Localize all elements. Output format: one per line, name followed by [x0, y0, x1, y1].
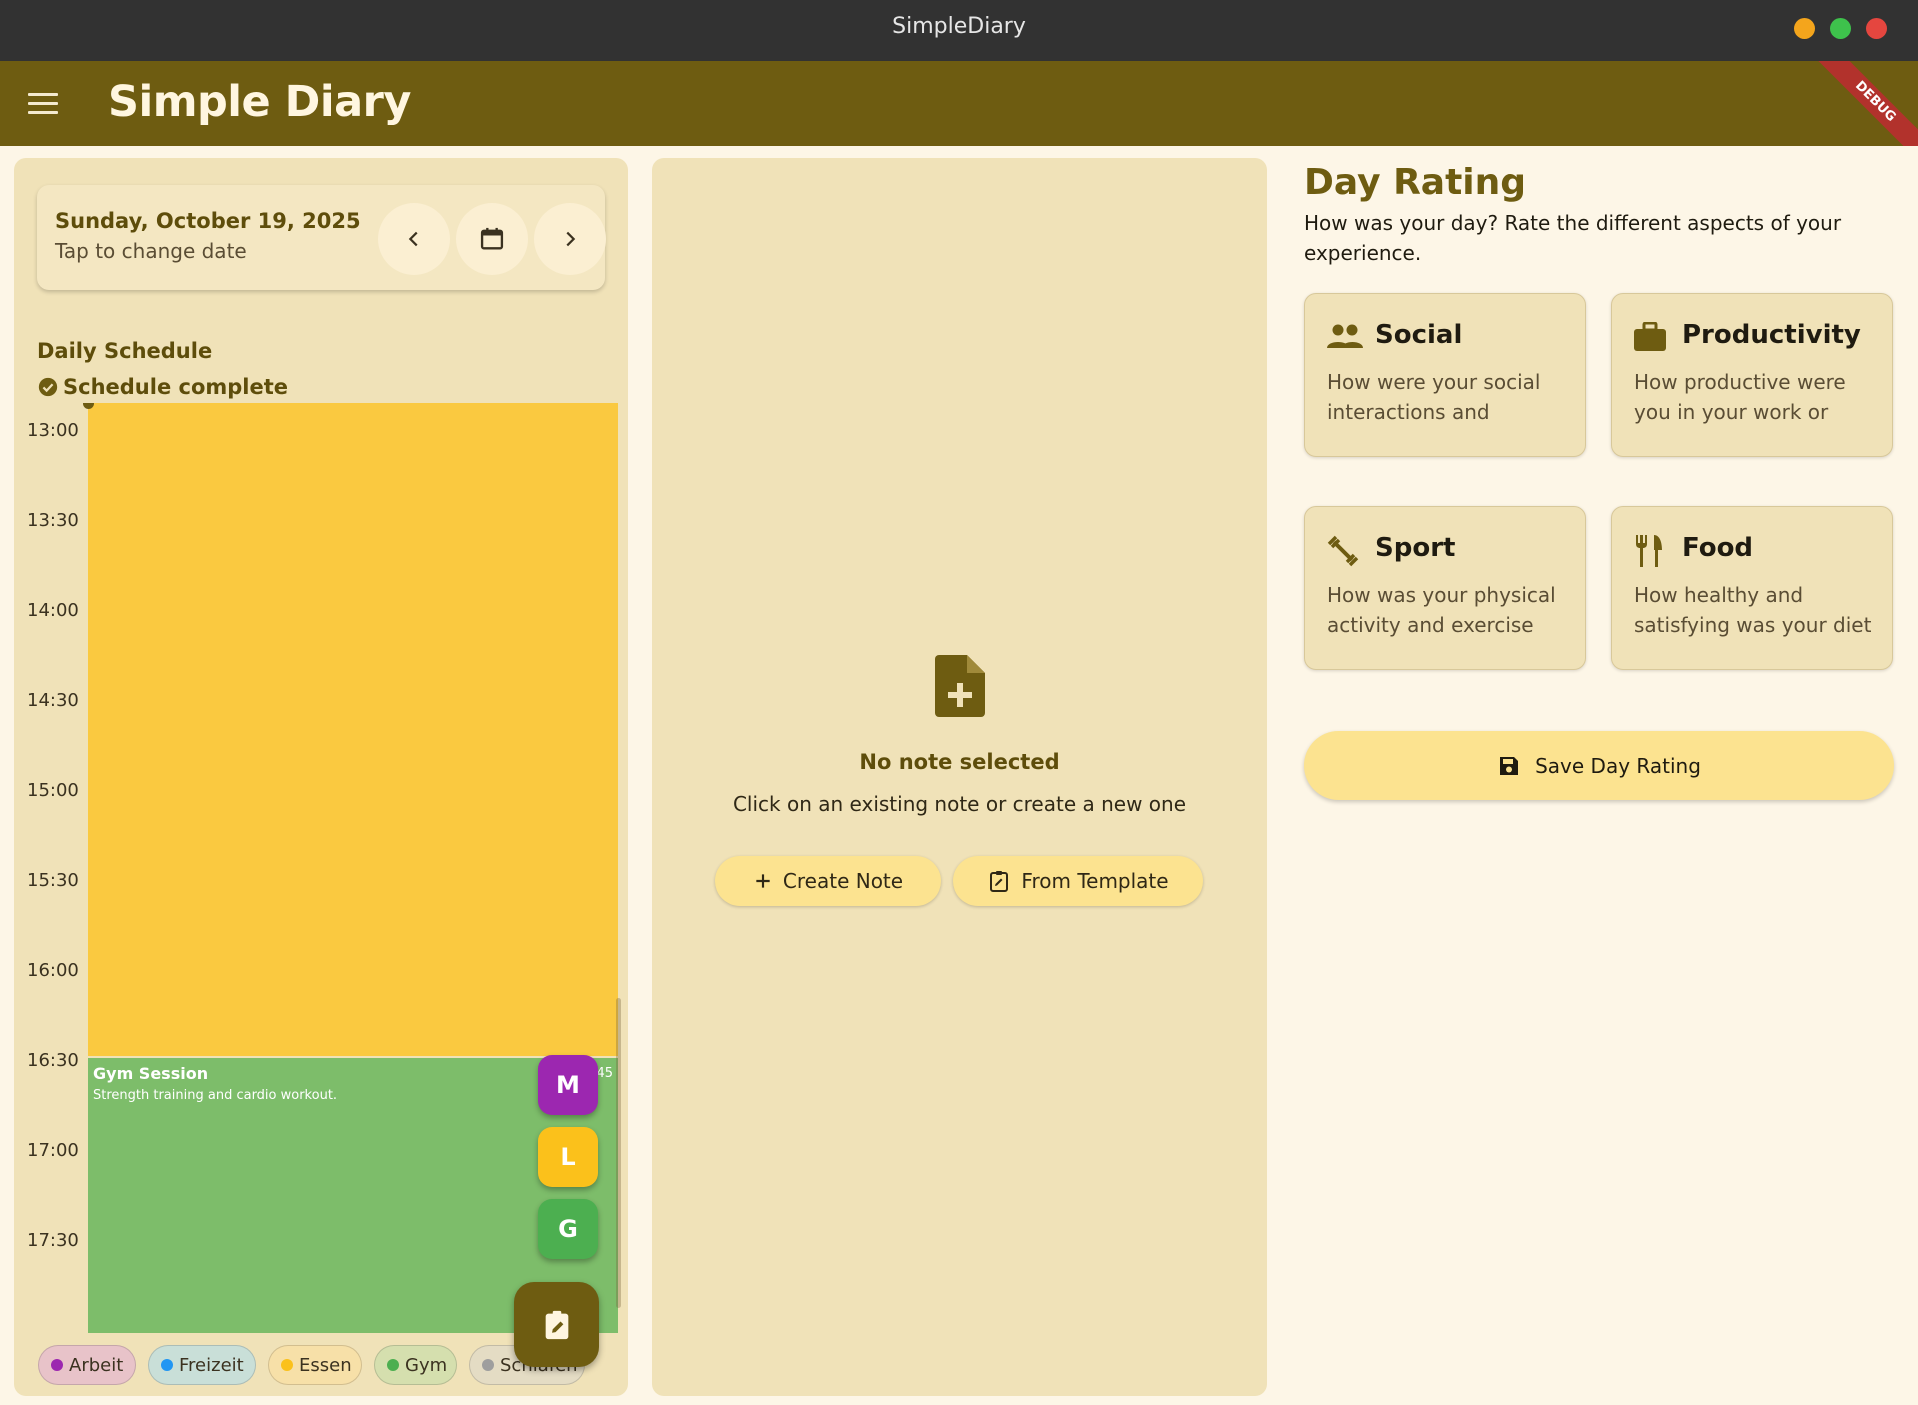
notes-panel: No note selected Click on an existing no… [652, 158, 1267, 1396]
time-label: 16:30 [27, 1050, 79, 1071]
category-label: Freizeit [179, 1354, 244, 1376]
briefcase-icon [1634, 322, 1666, 351]
category-chip-freizeit[interactable]: Freizeit [148, 1345, 256, 1385]
close-button[interactable] [1866, 18, 1887, 39]
category-dot [387, 1359, 399, 1371]
chevron-right-icon [566, 231, 576, 247]
category-chip-arbeit[interactable]: Arbeit [38, 1345, 136, 1385]
minimize-button[interactable] [1794, 18, 1815, 39]
empty-notes-title: No note selected [859, 750, 1060, 774]
category-dot [51, 1359, 63, 1371]
schedule-event-block[interactable] [88, 403, 618, 1056]
selected-date[interactable]: Sunday, October 19, 2025 [55, 209, 361, 233]
schedule-panel: Sunday, October 19, 2025 Tap to change d… [14, 158, 628, 1396]
save-day-rating-label: Save Day Rating [1535, 753, 1701, 778]
day-rating-title: Day Rating [1304, 162, 1527, 203]
event-title: Gym Session [93, 1064, 209, 1083]
timeline-scrollbar[interactable] [616, 998, 621, 1308]
time-label: 16:00 [27, 960, 79, 981]
rating-card-description: How was your physical activity and exerc… [1327, 583, 1556, 637]
day-rating-subtitle: How was your day? Rate the different asp… [1304, 211, 1842, 265]
create-note-button[interactable]: Create Note [715, 856, 941, 906]
from-template-button[interactable]: From Template [953, 856, 1203, 906]
restaurant-icon [1636, 535, 1662, 567]
schedule-status: Schedule complete [37, 375, 288, 399]
calendar-icon [480, 227, 504, 250]
save-day-rating-button[interactable]: Save Day Rating [1304, 731, 1894, 800]
rating-card-title: Social [1375, 320, 1463, 350]
rating-card-social[interactable]: Social How were your social interactions… [1304, 293, 1586, 457]
rating-card-productivity[interactable]: Productivity How productive were you in … [1611, 293, 1893, 457]
check-circle-icon [38, 377, 58, 397]
rating-card-title: Productivity [1682, 320, 1861, 350]
category-dot [281, 1359, 293, 1371]
plus-icon [756, 874, 770, 888]
template-icon [990, 871, 1009, 892]
category-dot [482, 1359, 494, 1371]
quick-add-m-button[interactable]: M [538, 1055, 598, 1115]
calendar-button[interactable] [456, 203, 528, 275]
chevron-left-icon [408, 231, 418, 247]
empty-notes-subtitle: Click on an existing note or create a ne… [732, 792, 1187, 816]
quick-add-l-button[interactable]: L [538, 1127, 598, 1187]
fitness-icon [1327, 535, 1359, 567]
category-label: Gym [405, 1354, 448, 1376]
category-dot [161, 1359, 173, 1371]
time-label: 14:00 [27, 600, 79, 621]
window-title: SimpleDiary [892, 14, 1026, 39]
category-label: Arbeit [69, 1354, 124, 1376]
time-label: 13:00 [27, 420, 79, 441]
rating-card-title: Food [1682, 533, 1754, 563]
next-day-button[interactable] [534, 203, 606, 275]
menu-icon[interactable] [28, 93, 58, 115]
time-label: 13:30 [27, 510, 79, 531]
from-template-label: From Template [1021, 869, 1169, 893]
app-title: Simple Diary [108, 77, 411, 127]
rating-card-title: Sport [1375, 533, 1456, 563]
edit-note-icon [545, 1310, 568, 1339]
category-chip-gym[interactable]: Gym [374, 1345, 457, 1385]
quick-add-g-button[interactable]: G [538, 1199, 598, 1259]
event-description: Strength training and cardio workout. [93, 1088, 338, 1103]
time-label: 14:30 [27, 690, 79, 711]
time-label: 17:30 [27, 1230, 79, 1251]
maximize-button[interactable] [1830, 18, 1851, 39]
rating-card-description: How were your social interactions and [1327, 370, 1541, 424]
time-label: 15:00 [27, 780, 79, 801]
schedule-status-label: Schedule complete [63, 375, 289, 399]
previous-day-button[interactable] [378, 203, 450, 275]
debug-banner: DEBUG [1814, 61, 1918, 146]
window-titlebar: SimpleDiary [0, 0, 1918, 61]
date-selector-card[interactable]: Sunday, October 19, 2025 Tap to change d… [37, 185, 606, 290]
rating-card-description: How productive were you in your work or … [1634, 370, 1846, 424]
edit-schedule-fab[interactable] [514, 1282, 599, 1367]
schedule-timeline[interactable]: Gym Session Strength training and cardio… [14, 403, 628, 1333]
rating-card-food[interactable]: Food How healthy and satisfying was your… [1611, 506, 1893, 670]
rating-card-description: How healthy and satisfying was your diet [1634, 583, 1872, 637]
create-note-label: Create Note [782, 869, 904, 893]
category-label: Essen [299, 1354, 352, 1376]
app-bar: Simple Diary DEBUG [0, 61, 1918, 146]
people-icon [1327, 324, 1363, 348]
save-icon [1500, 756, 1519, 775]
rating-card-sport[interactable]: Sport How was your physical activity and… [1304, 506, 1586, 670]
schedule-title: Daily Schedule [37, 339, 213, 363]
note-add-icon [935, 655, 985, 717]
time-label: 17:00 [27, 1140, 79, 1161]
date-hint: Tap to change date [55, 239, 247, 263]
category-chip-essen[interactable]: Essen [268, 1345, 362, 1385]
time-label: 15:30 [27, 870, 79, 891]
